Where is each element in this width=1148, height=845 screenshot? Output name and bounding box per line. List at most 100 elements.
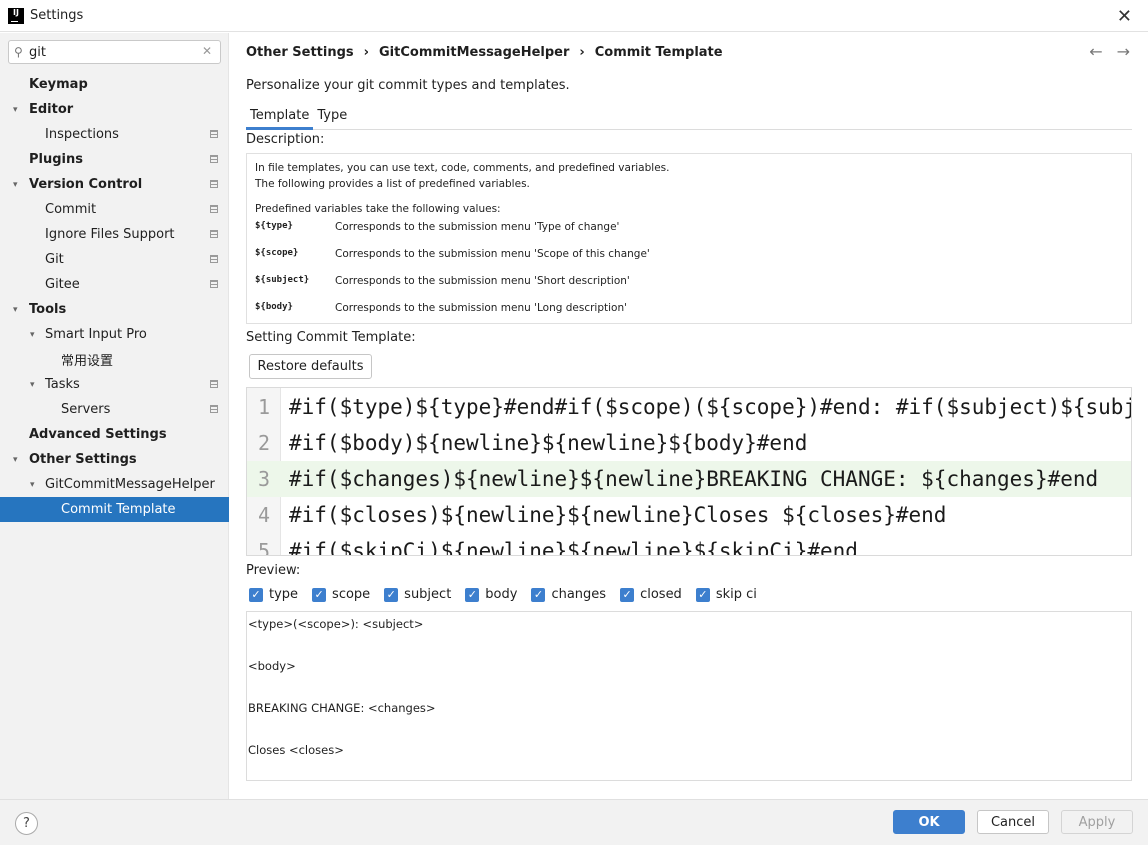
sidebar-item-label: Commit bbox=[45, 202, 97, 217]
sidebar-item[interactable]: Keymap bbox=[0, 72, 229, 97]
ok-button[interactable]: OK bbox=[893, 810, 965, 834]
description-text: In file templates, you can use text, cod… bbox=[255, 162, 670, 174]
description-label: Description: bbox=[246, 132, 325, 147]
tab-type[interactable]: Type bbox=[313, 104, 351, 130]
checkbox-checked-icon[interactable]: ✓ bbox=[620, 587, 635, 602]
code-line[interactable]: 3 #if($changes)${newline}${newline}BREAKI… bbox=[247, 461, 1131, 497]
chevron-down-icon[interactable]: ▾ bbox=[30, 330, 40, 340]
preview-panel: <type>(<scope>): <subject> <body> BREAKING… bbox=[246, 611, 1132, 781]
line-number: 4 bbox=[257, 503, 271, 527]
sidebar-item-label: Tools bbox=[29, 302, 67, 317]
tab-bar: Template Type bbox=[246, 104, 1132, 130]
sidebar-item[interactable]: Commit bbox=[0, 197, 229, 222]
project-settings-icon bbox=[210, 255, 218, 263]
variable-description: Corresponds to the submission menu 'Type… bbox=[335, 221, 620, 233]
cancel-button[interactable]: Cancel bbox=[977, 810, 1049, 834]
variable-name: ${body} bbox=[255, 302, 293, 312]
preview-checkbox[interactable]: ✓ type bbox=[249, 587, 298, 602]
chevron-down-icon[interactable]: ▾ bbox=[30, 480, 40, 490]
checkbox-label: subject bbox=[404, 587, 452, 602]
sidebar-item[interactable]: Plugins bbox=[0, 147, 229, 172]
variable-row: ${subject} Corresponds to the submission … bbox=[255, 273, 1123, 300]
checkbox-checked-icon[interactable]: ✓ bbox=[249, 587, 263, 602]
dialog-footer: ? OK Cancel Apply bbox=[0, 799, 1148, 845]
help-button[interactable]: ? bbox=[15, 812, 38, 835]
sidebar-item[interactable]: Servers bbox=[0, 397, 229, 422]
breadcrumb-separator: › bbox=[579, 45, 585, 60]
sidebar-item[interactable]: ▾ GitCommitMessageHelper bbox=[0, 472, 229, 497]
sidebar-item-label: Gitee bbox=[45, 277, 80, 292]
sidebar-item-label: Smart Input Pro bbox=[45, 327, 147, 342]
checkbox-checked-icon[interactable]: ✓ bbox=[465, 587, 480, 602]
variable-row: ${body} Corresponds to the submission men… bbox=[255, 300, 1123, 323]
sidebar-item-label: Advanced Settings bbox=[29, 427, 167, 442]
sidebar-item[interactable]: ▾ Tools bbox=[0, 297, 229, 322]
tab-template[interactable]: Template bbox=[246, 104, 314, 130]
checkbox-label: body bbox=[485, 587, 518, 602]
settings-sidebar: ⚲ ✕ Keymap ▾ Editor Inspections Plugins ▾ Vers… bbox=[0, 33, 229, 799]
sidebar-item[interactable]: Commit Template bbox=[0, 497, 229, 522]
code-line[interactable]: 5 #if($skipCi)${newline}${newline}${skipC… bbox=[247, 533, 1131, 555]
variables-heading: Predefined variables take the following … bbox=[255, 203, 501, 215]
checkbox-checked-icon[interactable]: ✓ bbox=[695, 587, 710, 602]
sidebar-item[interactable]: Git bbox=[0, 247, 229, 272]
chevron-down-icon[interactable]: ▾ bbox=[13, 105, 23, 115]
close-icon[interactable]: ✕ bbox=[1117, 6, 1132, 27]
checkbox-label: closed bbox=[640, 587, 682, 602]
sidebar-item[interactable]: ▾ Version Control bbox=[0, 172, 229, 197]
checkbox-checked-icon[interactable]: ✓ bbox=[384, 587, 399, 602]
sidebar-item[interactable]: ▾ Other Settings bbox=[0, 447, 229, 472]
code-text[interactable]: #if($closes)${newline}${newline}Closes $… bbox=[281, 503, 946, 527]
preview-checkbox[interactable]: ✓ scope bbox=[312, 587, 370, 602]
apply-button[interactable]: Apply bbox=[1061, 810, 1133, 834]
preview-checkbox[interactable]: ✓ skip ci bbox=[695, 587, 757, 602]
sidebar-item[interactable]: ▾ Tasks bbox=[0, 372, 229, 397]
restore-defaults-button[interactable]: Restore defaults bbox=[249, 354, 372, 379]
checkbox-checked-icon[interactable]: ✓ bbox=[312, 587, 327, 602]
code-line[interactable]: 1 #if($type)${type}#end#if($scope)(${scop… bbox=[247, 389, 1131, 425]
sidebar-item[interactable]: 常用设置 bbox=[0, 347, 229, 372]
sidebar-item[interactable]: Gitee bbox=[0, 272, 229, 297]
code-line[interactable]: 4 #if($closes)${newline}${newline}Closes … bbox=[247, 497, 1131, 533]
code-text[interactable]: #if($changes)${newline}${newline}BREAKIN… bbox=[281, 467, 1098, 491]
breadcrumb-item[interactable]: Other Settings bbox=[246, 45, 354, 60]
sidebar-item[interactable]: Inspections bbox=[0, 122, 229, 147]
preview-checkbox[interactable]: ✓ changes bbox=[531, 587, 606, 602]
project-settings-icon bbox=[210, 155, 218, 163]
sidebar-item[interactable]: Ignore Files Support bbox=[0, 222, 229, 247]
code-line[interactable]: 2 #if($body)${newline}${newline}${body}#e… bbox=[247, 425, 1131, 461]
sidebar-item[interactable]: ▾ Editor bbox=[0, 97, 229, 122]
variables-table: ${type} Corresponds to the submission men… bbox=[255, 219, 1123, 323]
preview-checkbox[interactable]: ✓ body bbox=[465, 587, 517, 602]
back-arrow-icon[interactable]: ← bbox=[1089, 42, 1102, 61]
template-editor[interactable]: 1 #if($type)${type}#end#if($scope)(${scop… bbox=[246, 387, 1132, 556]
search-icon[interactable]: ⚲ bbox=[9, 45, 29, 59]
code-text[interactable]: #if($type)${type}#end#if($scope)(${scope… bbox=[281, 395, 1131, 419]
search-input[interactable] bbox=[29, 44, 189, 60]
variable-row: ${type} Corresponds to the submission men… bbox=[255, 219, 1123, 246]
project-settings-icon bbox=[210, 280, 218, 288]
sidebar-item-label: Inspections bbox=[45, 127, 119, 142]
code-text[interactable]: #if($skipCi)${newline}${newline}${skipCi… bbox=[281, 539, 858, 555]
preview-line bbox=[248, 680, 1130, 701]
chevron-down-icon[interactable]: ▾ bbox=[13, 305, 23, 315]
chevron-down-icon[interactable]: ▾ bbox=[13, 180, 23, 190]
sidebar-item[interactable]: ▾ Smart Input Pro bbox=[0, 322, 229, 347]
sidebar-item-label: Plugins bbox=[29, 152, 83, 167]
project-settings-icon bbox=[210, 205, 218, 213]
code-text[interactable]: #if($body)${newline}${newline}${body}#en… bbox=[281, 431, 807, 455]
preview-checkbox[interactable]: ✓ closed bbox=[620, 587, 682, 602]
title-bar: IJ Settings ✕ bbox=[0, 0, 1148, 32]
breadcrumb: Other Settings › GitCommitMessageHelper › Co… bbox=[246, 45, 733, 60]
clear-search-icon[interactable]: ✕ bbox=[202, 44, 212, 58]
breadcrumb-item[interactable]: GitCommitMessageHelper bbox=[379, 45, 569, 60]
forward-arrow-icon[interactable]: → bbox=[1117, 42, 1130, 61]
chevron-down-icon[interactable]: ▾ bbox=[13, 455, 23, 465]
chevron-down-icon[interactable]: ▾ bbox=[30, 380, 40, 390]
preview-checkbox[interactable]: ✓ subject bbox=[384, 587, 451, 602]
sidebar-item-label: Keymap bbox=[29, 77, 88, 92]
sidebar-item[interactable]: Advanced Settings bbox=[0, 422, 229, 447]
checkbox-label: type bbox=[269, 587, 299, 602]
settings-search[interactable]: ⚲ ✕ bbox=[8, 40, 221, 64]
checkbox-checked-icon[interactable]: ✓ bbox=[531, 587, 546, 602]
